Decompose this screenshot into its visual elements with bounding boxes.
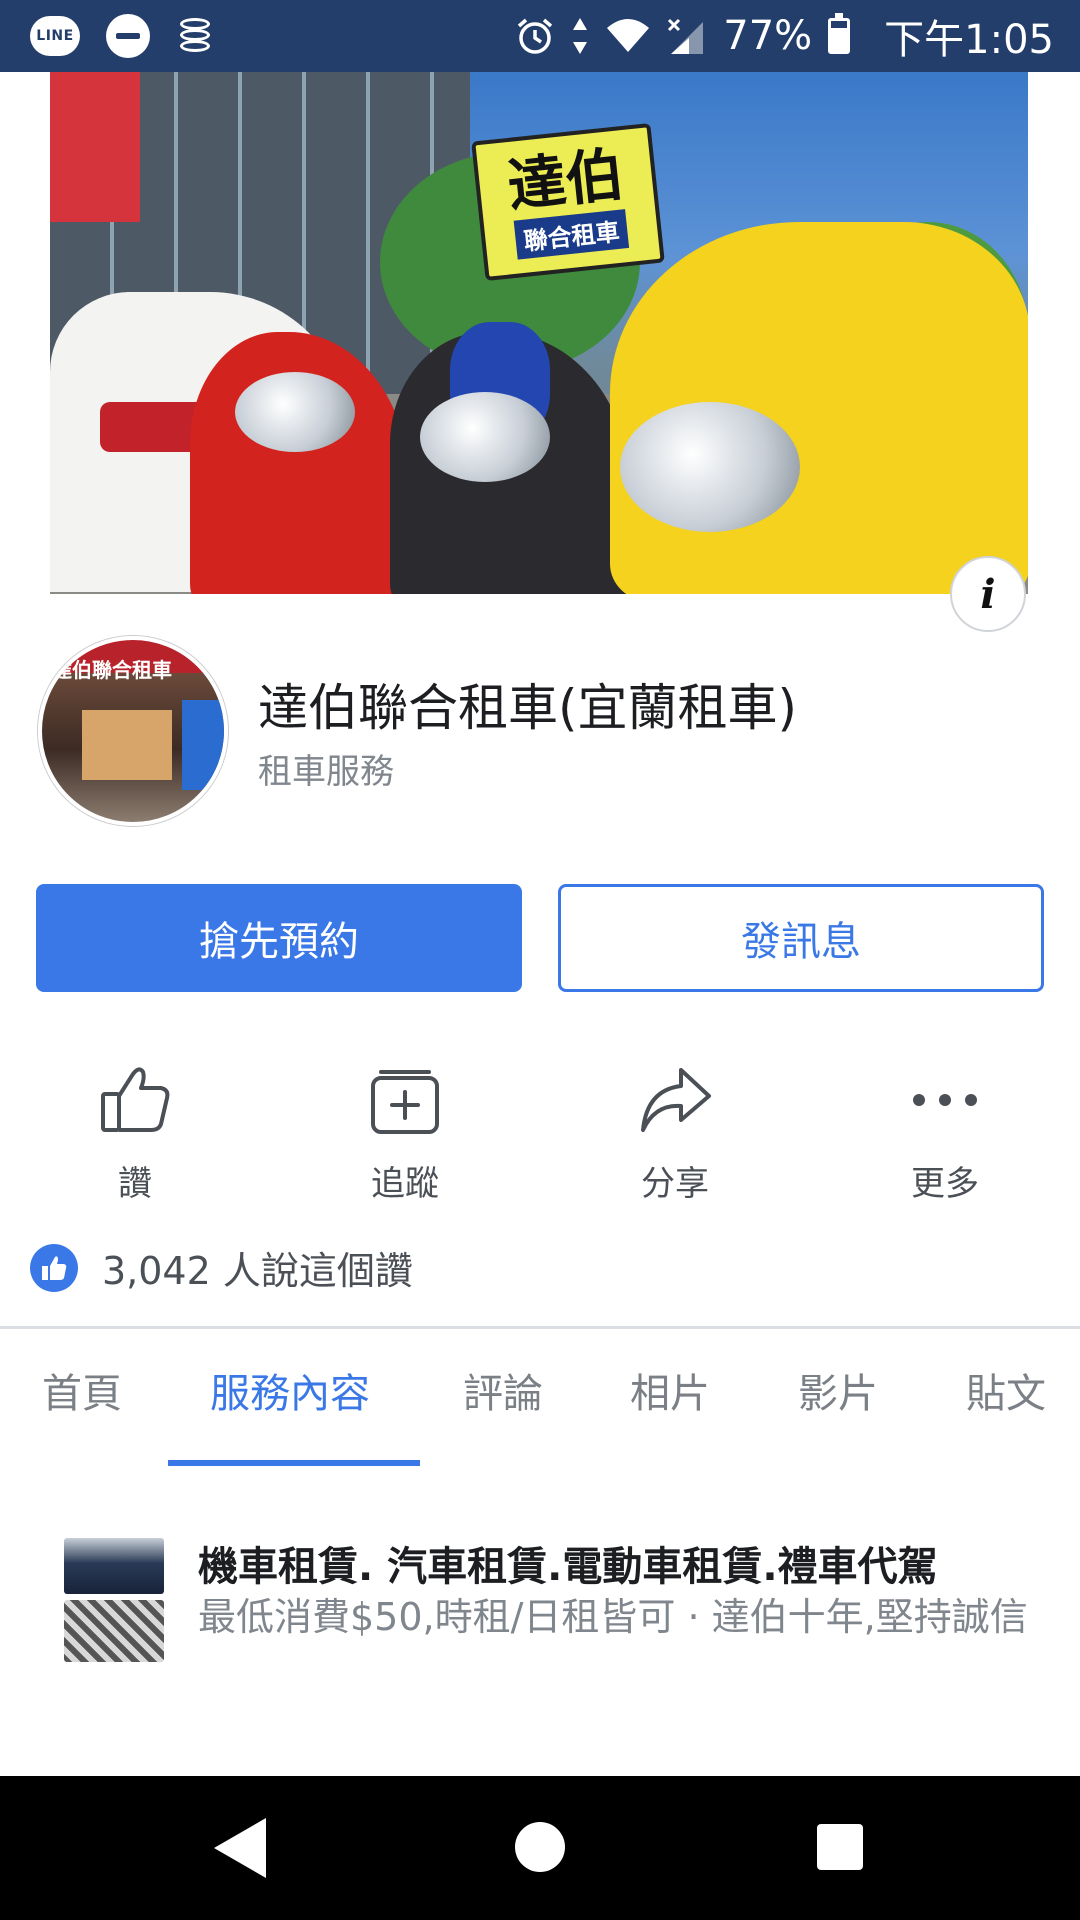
database-icon [176,16,214,56]
tab-videos[interactable]: 影片 [798,1361,878,1419]
like-label: 讚 [118,1164,152,1204]
share-icon [635,1060,715,1140]
line-icon: LINE [30,16,80,56]
page-title: 達伯聯合租車(宜蘭租車) [258,679,798,737]
send-message-button[interactable]: 發訊息 [558,884,1044,992]
dnd-icon [106,14,150,58]
avatar[interactable]: 達伯聯合租車 [38,636,228,826]
more-label: 更多 [911,1164,979,1204]
home-icon[interactable] [515,1822,565,1872]
action-row: 讚 追蹤 分享 更多 [0,1060,1080,1204]
page-tabs: 首頁 服務內容 評論 相片 影片 貼文 [0,1329,1080,1467]
follow-icon [365,1060,445,1140]
tab-photos[interactable]: 相片 [630,1361,710,1419]
battery-icon [828,13,851,54]
thumbs-up-icon [95,1060,175,1140]
shop-sign: 達伯 聯合租車 [471,122,665,282]
like-action[interactable]: 讚 [55,1060,215,1204]
tab-services[interactable]: 服務內容 [210,1361,370,1419]
service-description: 最低消費$50,時租/日租皆可 · 達伯十年,堅持誠信 [198,1595,1028,1639]
data-arrows-icon [573,18,588,54]
navigation-bar [0,1776,1080,1920]
back-icon[interactable] [214,1818,266,1878]
follow-action[interactable]: 追蹤 [325,1060,485,1204]
service-title[interactable]: 機車租賃. 汽車租賃.電動車租賃.禮車代駕 [198,1534,938,1592]
active-tab-indicator [168,1460,420,1466]
battery-percent: 77% [723,13,813,59]
tab-home[interactable]: 首頁 [42,1361,122,1419]
more-icon [905,1060,985,1140]
app-screen: LINE 77% 下午1:05 達伯 聯合租車 i 達伯聯合租車 達伯聯合租車(… [0,0,1080,1920]
status-bar: LINE 77% 下午1:05 [0,0,1080,72]
info-icon[interactable]: i [950,556,1026,632]
tab-posts[interactable]: 貼文 [966,1361,1046,1419]
cover-photo[interactable]: 達伯 聯合租車 [50,72,1028,594]
share-action[interactable]: 分享 [595,1060,755,1204]
status-time: 下午1:05 [884,17,1054,63]
alarm-icon [518,18,553,54]
tab-reviews[interactable]: 評論 [463,1361,543,1419]
follow-label: 追蹤 [371,1164,439,1204]
likes-count: 3,042 人說這個讚 [102,1249,413,1293]
wifi-icon [607,19,650,52]
likes-summary[interactable]: 3,042 人說這個讚 [30,1240,413,1295]
more-action[interactable]: 更多 [865,1060,1025,1204]
page-category[interactable]: 租車服務 [258,744,394,793]
book-now-button[interactable]: 搶先預約 [36,884,522,992]
share-label: 分享 [641,1164,709,1204]
recents-icon[interactable] [817,1824,863,1870]
service-thumbnail[interactable] [64,1538,164,1662]
like-badge-icon [30,1243,78,1292]
signal-icon [668,18,704,54]
